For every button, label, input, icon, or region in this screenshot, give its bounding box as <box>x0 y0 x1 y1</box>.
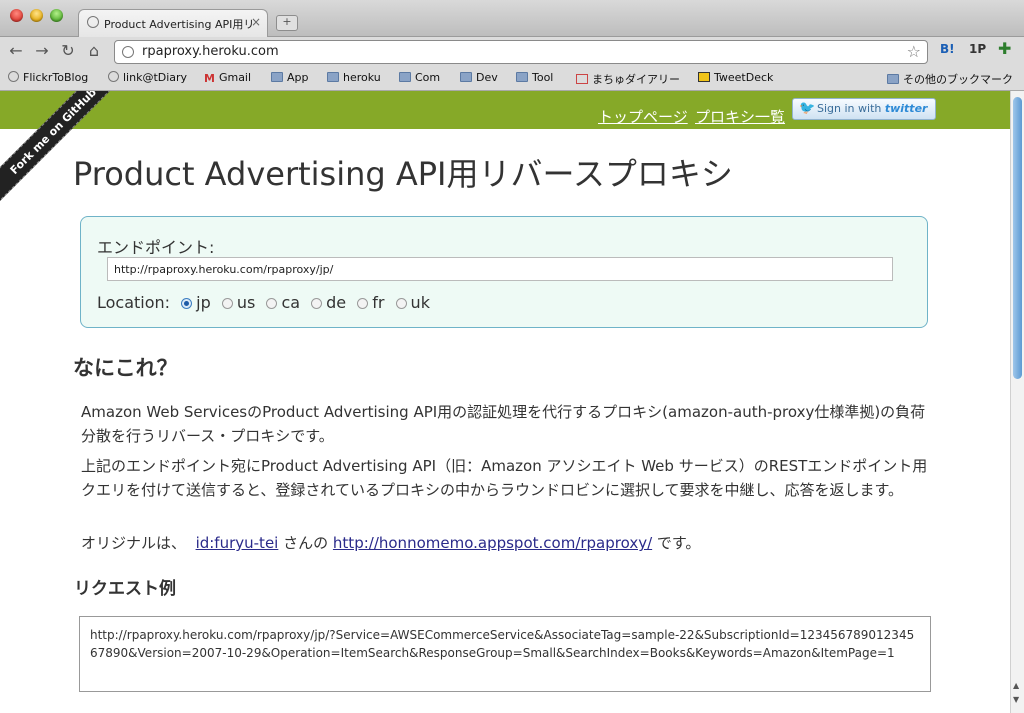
close-tab-icon[interactable]: × <box>251 15 261 29</box>
bookmark-link-tdiary[interactable]: link@tDiary <box>108 71 187 84</box>
twitter-brand: twitter <box>884 102 928 115</box>
forward-button[interactable]: → <box>32 41 52 61</box>
credit-paragraph: オリジナルは、 id:furyu-tei さんの http://honnomem… <box>81 534 701 552</box>
close-window-button[interactable] <box>10 9 23 22</box>
hatena-bookmark-button[interactable]: B! <box>940 42 955 56</box>
radio-label-jp[interactable]: jp <box>196 293 211 312</box>
radio-jp[interactable] <box>181 298 193 309</box>
bookmark-star-icon[interactable]: ☆ <box>907 42 921 61</box>
scrollbar-thumb[interactable] <box>1013 97 1022 379</box>
bookmark-flickrtoblog[interactable]: FlickrToBlog <box>8 71 88 84</box>
radio-label-us[interactable]: us <box>237 293 255 312</box>
endpoint-input[interactable]: http://rpaproxy.heroku.com/rpaproxy/jp/ <box>107 257 893 281</box>
scroll-down-arrow-icon[interactable]: ▼ <box>1013 695 1019 704</box>
twitter-signin-button[interactable]: 🐦 Sign in with twitter <box>792 98 936 120</box>
reload-button[interactable]: ↻ <box>58 41 78 61</box>
endpoint-panel: エンドポイント: http://rpaproxy.heroku.com/rpap… <box>80 216 928 328</box>
request-example-heading: リクエスト例 <box>74 579 176 599</box>
radio-label-ca[interactable]: ca <box>281 293 300 312</box>
radio-label-de[interactable]: de <box>326 293 346 312</box>
minimize-window-button[interactable] <box>30 9 43 22</box>
browser-toolbar: ← → ↻ ⌂ rpaproxy.heroku.com ☆ B! 1P ✚ <box>0 37 1024 67</box>
onepassword-button[interactable]: 1P <box>969 42 986 56</box>
diary-icon <box>576 74 588 84</box>
what-heading: なにこれ？ <box>73 356 178 380</box>
window-titlebar: Product Advertising API用リバ × + <box>0 0 1024 37</box>
radio-label-uk[interactable]: uk <box>411 293 430 312</box>
back-button[interactable]: ← <box>6 41 26 61</box>
original-link[interactable]: http://honnomemo.appspot.com/rpaproxy/ <box>333 534 652 552</box>
radio-us[interactable] <box>221 298 233 309</box>
bookmark-folder-app[interactable]: App <box>271 71 309 84</box>
endpoint-label: エンドポイント: <box>97 238 215 257</box>
twitter-bird-icon: 🐦 <box>799 101 816 116</box>
radio-fr[interactable] <box>357 298 369 309</box>
radio-de[interactable] <box>311 298 323 309</box>
nav-link-top[interactable]: トップページ <box>598 106 688 127</box>
extension-puzzle-icon[interactable]: ✚ <box>998 39 1011 58</box>
bookmark-tweetdeck[interactable]: TweetDeck <box>698 71 773 84</box>
web-page: トップページ プロキシ一覧 🐦 Sign in with twitter For… <box>0 91 1010 713</box>
radio-uk[interactable] <box>395 298 407 309</box>
globe-icon <box>87 16 99 28</box>
globe-icon <box>108 71 119 82</box>
site-header: トップページ プロキシ一覧 🐦 Sign in with twitter <box>0 91 1010 129</box>
url-text[interactable]: rpaproxy.heroku.com <box>142 44 279 59</box>
bookmark-machu-diary[interactable]: まちゅダイアリー <box>576 71 680 87</box>
bookmark-folder-com[interactable]: Com <box>399 71 440 84</box>
folder-icon <box>460 72 472 82</box>
page-title: Product Advertising API用リバースプロキシ <box>73 155 733 193</box>
bookmark-folder-dev[interactable]: Dev <box>460 71 498 84</box>
folder-icon <box>516 72 528 82</box>
browser-tab[interactable]: Product Advertising API用リバ × <box>78 9 268 37</box>
gmail-icon: M <box>204 72 215 85</box>
description-paragraph-2: 上記のエンドポイント宛にProduct Advertising API（旧：Am… <box>81 457 928 499</box>
twitter-signin-label: Sign in with <box>817 102 882 115</box>
author-link[interactable]: id:furyu-tei <box>196 534 279 552</box>
bookmarks-bar: FlickrToBlog link@tDiary M Gmail App hero… <box>0 67 1024 91</box>
location-label: Location: <box>97 293 171 312</box>
folder-icon <box>887 74 899 84</box>
page-scrollbar[interactable]: ▲ ▼ <box>1010 91 1024 713</box>
radio-label-fr[interactable]: fr <box>372 293 384 312</box>
folder-icon <box>327 72 339 82</box>
home-button[interactable]: ⌂ <box>84 41 104 61</box>
address-bar[interactable]: rpaproxy.heroku.com ☆ <box>114 40 928 64</box>
request-example-code: http://rpaproxy.heroku.com/rpaproxy/jp/?… <box>79 616 931 692</box>
scroll-up-arrow-icon[interactable]: ▲ <box>1013 681 1019 690</box>
folder-icon <box>399 72 411 82</box>
tweetdeck-icon <box>698 72 710 82</box>
nav-link-proxies[interactable]: プロキシ一覧 <box>695 106 785 127</box>
description-paragraph-1: Amazon Web ServicesのProduct Advertising … <box>81 403 926 445</box>
folder-icon <box>271 72 283 82</box>
tab-title: Product Advertising API用リバ <box>104 18 252 31</box>
bookmark-folder-heroku[interactable]: heroku <box>327 71 381 84</box>
location-selector: Location: jp us ca de fr uk <box>97 293 436 312</box>
globe-icon <box>8 71 19 82</box>
bookmark-gmail[interactable]: M Gmail <box>204 71 251 85</box>
radio-ca[interactable] <box>266 298 278 309</box>
bookmark-folder-tool[interactable]: Tool <box>516 71 553 84</box>
zoom-window-button[interactable] <box>50 9 63 22</box>
bookmark-other-folder[interactable]: その他のブックマーク <box>887 71 1013 87</box>
globe-icon <box>122 46 134 58</box>
new-tab-button[interactable]: + <box>276 15 298 31</box>
